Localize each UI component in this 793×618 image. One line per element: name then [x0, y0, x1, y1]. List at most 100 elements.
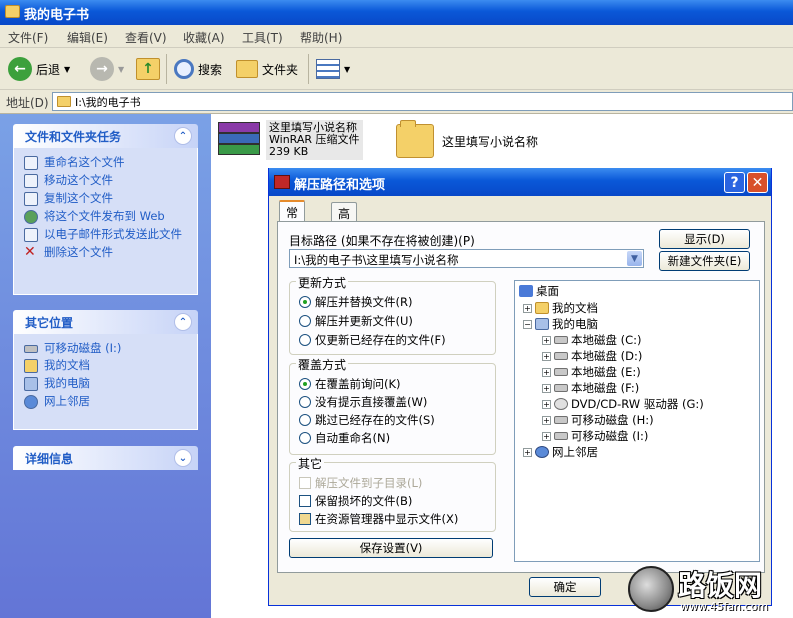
- task-copy[interactable]: 复制这个文件: [24, 192, 189, 206]
- tree-node-removable[interactable]: + 可移动磁盘 (H:): [542, 412, 654, 428]
- check-keep-broken[interactable]: 保留损坏的文件(B): [299, 493, 412, 509]
- tree-node-drive[interactable]: + 本地磁盘 (F:): [542, 380, 639, 396]
- panel-header[interactable]: 文件和文件夹任务 ⌃: [13, 124, 198, 148]
- tree-node-removable[interactable]: + 可移动磁盘 (I:): [542, 428, 648, 444]
- dropdown-arrow-icon[interactable]: ▼: [64, 65, 70, 74]
- search-button[interactable]: 搜索: [174, 54, 222, 84]
- tree-node-dvd[interactable]: + DVD/CD-RW 驱动器 (G:): [542, 396, 704, 412]
- checkbox[interactable]: [299, 513, 311, 525]
- radio-overwrite-silent[interactable]: 没有提示直接覆盖(W): [299, 394, 427, 410]
- radio-selected[interactable]: [299, 378, 311, 390]
- expand-icon[interactable]: +: [542, 415, 551, 425]
- menu-edit[interactable]: 编辑(E): [67, 29, 108, 46]
- expand-icon[interactable]: +: [542, 431, 551, 441]
- file-item-rar[interactable]: 这里填写小说名称 WinRAR 压缩文件 239 KB: [218, 120, 363, 160]
- tree-node-my-computer[interactable]: − 我的电脑: [523, 316, 598, 332]
- radio-fresh-existing[interactable]: 仅更新已经存在的文件(F): [299, 332, 446, 348]
- menu-view[interactable]: 查看(V): [125, 29, 167, 46]
- panel-header[interactable]: 其它位置 ⌃: [13, 310, 198, 334]
- new-folder-button[interactable]: 新建文件夹(E): [659, 251, 750, 271]
- radio-ask-before[interactable]: 在覆盖前询问(K): [299, 376, 401, 392]
- folder-icon: [24, 359, 38, 373]
- menu-tools[interactable]: 工具(T): [242, 29, 283, 46]
- place-my-documents[interactable]: 我的文档: [24, 359, 189, 373]
- show-button[interactable]: 显示(D): [659, 229, 750, 249]
- menu-file[interactable]: 文件(F): [8, 29, 48, 46]
- radio[interactable]: [299, 432, 311, 444]
- collapse-chevron-icon[interactable]: ⌃: [174, 127, 192, 145]
- menu-favorites[interactable]: 收藏(A): [183, 29, 225, 46]
- file-item-folder[interactable]: 这里填写小说名称: [396, 120, 538, 158]
- expand-icon[interactable]: +: [542, 399, 551, 409]
- task-email[interactable]: 以电子邮件形式发送此文件: [24, 228, 189, 242]
- dropdown-arrow-icon[interactable]: ▼: [118, 65, 124, 74]
- radio-extract-replace[interactable]: 解压并替换文件(R): [299, 294, 412, 310]
- collapse-icon[interactable]: −: [523, 319, 532, 329]
- tree-node-my-documents[interactable]: + 我的文档: [523, 300, 598, 316]
- removable-drive-icon: [554, 432, 568, 440]
- place-removable-disk[interactable]: 可移动磁盘 (I:): [24, 342, 189, 355]
- radio[interactable]: [299, 315, 311, 327]
- radio[interactable]: [299, 396, 311, 408]
- forward-button[interactable]: → ▼: [90, 54, 124, 84]
- radio-auto-rename[interactable]: 自动重命名(N): [299, 430, 390, 446]
- tree-node-desktop[interactable]: 桌面: [519, 283, 559, 299]
- address-bar: 地址(D) I:\我的电子书: [0, 90, 793, 114]
- expand-icon[interactable]: +: [523, 303, 532, 313]
- group-title: 其它: [296, 455, 325, 472]
- place-network[interactable]: 网上邻居: [24, 395, 189, 409]
- rename-icon: [24, 156, 38, 170]
- folders-button[interactable]: 文件夹: [236, 54, 298, 84]
- tree-node-network[interactable]: + 网上邻居: [523, 444, 598, 460]
- expand-icon[interactable]: +: [542, 383, 551, 393]
- up-folder-button[interactable]: ↑: [136, 54, 160, 84]
- tab-advanced[interactable]: 高级: [331, 202, 358, 238]
- check-extract-subfolder[interactable]: 解压文件到子目录(L): [299, 475, 422, 491]
- dropdown-arrow-icon[interactable]: ▼: [344, 65, 350, 74]
- expand-icon[interactable]: +: [542, 351, 551, 361]
- check-show-in-explorer[interactable]: 在资源管理器中显示文件(X): [299, 511, 458, 527]
- radio[interactable]: [299, 414, 311, 426]
- back-button[interactable]: ← 后退 ▼: [8, 54, 70, 84]
- save-settings-button[interactable]: 保存设置(V): [289, 538, 493, 558]
- tree-node-drive[interactable]: + 本地磁盘 (C:): [542, 332, 642, 348]
- close-button[interactable]: ✕: [747, 172, 768, 193]
- radio-selected[interactable]: [299, 296, 311, 308]
- folder-tree[interactable]: 桌面 + 我的文档 − 我的电脑 + 本地磁盘 (C:) + 本地磁盘 (D:): [514, 280, 760, 562]
- panel-header[interactable]: 详细信息 ⌄: [13, 446, 198, 470]
- target-path-combo[interactable]: I:\我的电子书\这里填写小说名称 ▼: [289, 249, 644, 268]
- radio-extract-update[interactable]: 解压并更新文件(U): [299, 313, 413, 329]
- address-input[interactable]: I:\我的电子书: [52, 92, 793, 111]
- overwrite-mode-group: 覆盖方式 在覆盖前询问(K) 没有提示直接覆盖(W) 跳过已经存在的文件(S) …: [289, 356, 496, 455]
- task-rename[interactable]: 重命名这个文件: [24, 156, 189, 170]
- checkbox[interactable]: [299, 495, 311, 507]
- panel-title: 其它位置: [25, 315, 74, 330]
- task-pane: 文件和文件夹任务 ⌃ 重命名这个文件 移动这个文件 复制这个文件 将这个文件发布…: [0, 114, 211, 618]
- radio-skip-existing[interactable]: 跳过已经存在的文件(S): [299, 412, 435, 428]
- checkbox[interactable]: [299, 477, 311, 489]
- expand-icon[interactable]: +: [542, 335, 551, 345]
- tab-general[interactable]: 常规: [279, 200, 306, 237]
- site-logo-icon: [628, 566, 674, 612]
- tree-node-drive[interactable]: + 本地磁盘 (E:): [542, 364, 641, 380]
- expand-icon[interactable]: +: [542, 367, 551, 377]
- expand-chevron-icon[interactable]: ⌄: [174, 449, 192, 467]
- views-button[interactable]: ▼: [316, 54, 350, 84]
- chevron-down-icon[interactable]: ▼: [627, 251, 642, 266]
- search-icon: [174, 59, 194, 79]
- task-move[interactable]: 移动这个文件: [24, 174, 189, 188]
- email-icon: [24, 228, 38, 242]
- place-my-computer[interactable]: 我的电脑: [24, 377, 189, 391]
- task-publish-web[interactable]: 将这个文件发布到 Web: [24, 210, 189, 224]
- collapse-chevron-icon[interactable]: ⌃: [174, 313, 192, 331]
- update-mode-group: 更新方式 解压并替换文件(R) 解压并更新文件(U) 仅更新已经存在的文件(F): [289, 274, 496, 355]
- back-arrow-icon: ←: [8, 57, 32, 81]
- help-button[interactable]: ?: [724, 172, 745, 193]
- tree-node-drive[interactable]: + 本地磁盘 (D:): [542, 348, 642, 364]
- target-path-value: I:\我的电子书\这里填写小说名称: [294, 253, 459, 267]
- ok-button[interactable]: 确定: [529, 577, 601, 597]
- expand-icon[interactable]: +: [523, 447, 532, 457]
- task-delete[interactable]: ✕ 删除这个文件: [24, 245, 189, 259]
- menu-help[interactable]: 帮助(H): [300, 29, 342, 46]
- radio[interactable]: [299, 334, 311, 346]
